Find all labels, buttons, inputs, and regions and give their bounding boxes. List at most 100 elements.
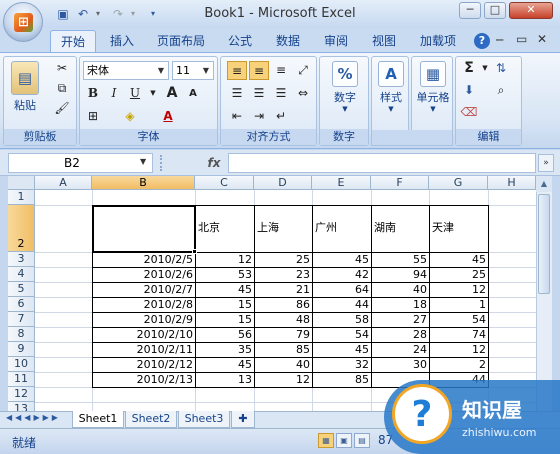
- header-cell-tianjin[interactable]: 天津: [432, 220, 454, 235]
- value-cell[interactable]: 21: [254, 282, 312, 297]
- ribbon-restore-icon[interactable]: ▭: [516, 32, 527, 46]
- value-cell[interactable]: 74: [429, 327, 488, 342]
- orientation-icon[interactable]: ⤢: [293, 61, 313, 80]
- styles-button[interactable]: A 样式 ▼: [374, 61, 408, 113]
- value-cell[interactable]: 45: [195, 282, 254, 297]
- wrap-text-icon[interactable]: ↵: [271, 107, 291, 126]
- tab-data[interactable]: 数据: [268, 30, 308, 52]
- align-left-icon[interactable]: ☰: [227, 84, 247, 103]
- tab-home[interactable]: 开始: [50, 30, 96, 52]
- column-header-e[interactable]: E: [312, 176, 371, 190]
- decrease-indent-icon[interactable]: ⇤: [227, 107, 247, 126]
- date-cell[interactable]: 2010/2/5: [92, 252, 195, 267]
- splitter-handle[interactable]: [160, 155, 168, 171]
- merge-center-icon[interactable]: ⇔: [293, 84, 313, 103]
- value-cell[interactable]: 15: [195, 312, 254, 327]
- scroll-up-icon[interactable]: ▲: [536, 176, 552, 192]
- expand-formula-icon[interactable]: »: [538, 154, 554, 172]
- grow-font-button[interactable]: A: [162, 84, 182, 103]
- date-cell[interactable]: 2010/2/11: [92, 342, 195, 357]
- column-header-g[interactable]: G: [429, 176, 488, 190]
- italic-button[interactable]: I: [104, 84, 124, 103]
- header-cell-guangzhou[interactable]: 广州: [315, 220, 337, 235]
- value-cell[interactable]: 12: [429, 342, 488, 357]
- value-cell[interactable]: 12: [429, 282, 488, 297]
- shrink-font-button[interactable]: A: [183, 84, 203, 103]
- value-cell[interactable]: 54: [312, 327, 371, 342]
- value-cell[interactable]: 23: [254, 267, 312, 282]
- page-break-view-icon[interactable]: ▤: [354, 433, 370, 448]
- value-cell[interactable]: 25: [429, 267, 488, 282]
- row-header-3[interactable]: 3: [8, 252, 35, 267]
- column-header-c[interactable]: C: [195, 176, 254, 190]
- align-center-icon[interactable]: ☰: [249, 84, 269, 103]
- format-painter-icon[interactable]: 🖌: [52, 99, 72, 118]
- value-cell[interactable]: 55: [371, 252, 429, 267]
- date-cell[interactable]: 2010/2/12: [92, 357, 195, 372]
- row-header-13[interactable]: 13: [8, 402, 35, 411]
- value-cell[interactable]: 53: [195, 267, 254, 282]
- value-cell[interactable]: 94: [371, 267, 429, 282]
- clear-icon[interactable]: ⌫: [459, 103, 479, 122]
- font-size-select[interactable]: 11 ▼: [172, 61, 214, 80]
- scroll-thumb[interactable]: [538, 194, 550, 294]
- value-cell[interactable]: 28: [371, 327, 429, 342]
- restore-button[interactable]: □: [484, 2, 506, 19]
- value-cell[interactable]: 54: [429, 312, 488, 327]
- tab-page-layout[interactable]: 页面布局: [150, 30, 212, 52]
- copy-icon[interactable]: ⧉: [52, 79, 72, 98]
- tab-view[interactable]: 视图: [364, 30, 404, 52]
- value-cell[interactable]: 42: [312, 267, 371, 282]
- header-cell-shanghai[interactable]: 上海: [257, 220, 279, 235]
- row-header-6[interactable]: 6: [8, 297, 35, 312]
- font-color-button[interactable]: A: [158, 107, 178, 126]
- sheet-nav-icons[interactable]: ◀◀◀▶▶▶: [6, 413, 61, 422]
- name-box-dropdown-icon[interactable]: ▼: [140, 157, 146, 166]
- value-cell[interactable]: 13: [195, 372, 254, 387]
- close-button[interactable]: ✕: [509, 2, 553, 19]
- row-header-11[interactable]: 11: [8, 372, 35, 387]
- sheet-tab-sheet3[interactable]: Sheet3: [178, 411, 230, 428]
- value-cell[interactable]: 45: [312, 252, 371, 267]
- column-header-h[interactable]: H: [488, 176, 536, 190]
- row-header-1[interactable]: 1: [8, 190, 35, 205]
- align-top-icon[interactable]: ≡: [227, 61, 247, 80]
- value-cell[interactable]: 85: [312, 372, 371, 387]
- date-cell[interactable]: 2010/2/10: [92, 327, 195, 342]
- row-header-12[interactable]: 12: [8, 387, 35, 402]
- row-header-5[interactable]: 5: [8, 282, 35, 297]
- sheet-tab-sheet2[interactable]: Sheet2: [125, 411, 177, 428]
- column-header-d[interactable]: D: [254, 176, 312, 190]
- column-header-a[interactable]: A: [35, 176, 92, 190]
- value-cell[interactable]: 64: [312, 282, 371, 297]
- align-middle-icon[interactable]: ≡: [249, 61, 269, 80]
- value-cell[interactable]: 35: [195, 342, 254, 357]
- fill-icon[interactable]: ⬇: [459, 81, 479, 100]
- date-cell[interactable]: 2010/2/7: [92, 282, 195, 297]
- page-layout-view-icon[interactable]: ▣: [336, 433, 352, 448]
- underline-button[interactable]: U: [125, 84, 145, 103]
- value-cell[interactable]: 58: [312, 312, 371, 327]
- row-header-8[interactable]: 8: [8, 327, 35, 342]
- value-cell[interactable]: 45: [195, 357, 254, 372]
- bold-button[interactable]: B: [83, 84, 103, 103]
- sort-filter-icon[interactable]: ⇅: [491, 59, 511, 78]
- row-header-2[interactable]: 2: [8, 205, 35, 252]
- value-cell[interactable]: 86: [254, 297, 312, 312]
- date-cell[interactable]: 2010/2/8: [92, 297, 195, 312]
- date-cell[interactable]: 2010/2/9: [92, 312, 195, 327]
- insert-sheet-icon[interactable]: ✚: [231, 411, 255, 428]
- ribbon-close-icon[interactable]: ✕: [537, 32, 547, 46]
- minimize-button[interactable]: ─: [459, 2, 481, 19]
- value-cell[interactable]: 15: [195, 297, 254, 312]
- value-cell[interactable]: 18: [371, 297, 429, 312]
- value-cell[interactable]: 48: [254, 312, 312, 327]
- value-cell[interactable]: 30: [371, 357, 429, 372]
- align-bottom-icon[interactable]: ≡: [271, 61, 291, 80]
- value-cell[interactable]: 2: [429, 357, 488, 372]
- border-icon[interactable]: ⊞: [83, 107, 103, 126]
- sheet-tab-sheet1[interactable]: Sheet1: [72, 411, 124, 428]
- header-cell-hunan[interactable]: 湖南: [374, 220, 396, 235]
- date-cell[interactable]: 2010/2/6: [92, 267, 195, 282]
- value-cell[interactable]: 12: [195, 252, 254, 267]
